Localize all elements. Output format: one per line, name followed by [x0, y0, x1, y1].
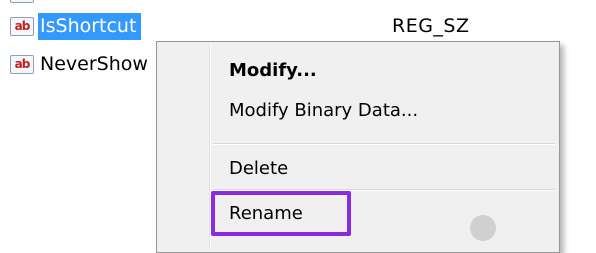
menu-item-modify-binary[interactable]: Modify Binary Data...: [229, 99, 418, 123]
list-item[interactable]: ab IsShortcut: [10, 12, 142, 40]
watermark-logo-icon: [470, 215, 496, 241]
string-value-icon: ab: [10, 0, 34, 3]
value-name[interactable]: NeverShow: [38, 51, 153, 78]
rename-highlight-box: [211, 191, 351, 236]
string-value-icon: ab: [10, 16, 34, 36]
list-item[interactable]: ab NeverShow: [10, 50, 156, 78]
value-name[interactable]: IsShortcut: [38, 12, 142, 40]
value-type: REG_SZ: [392, 15, 470, 37]
watermark: [470, 215, 496, 241]
menu-item-modify[interactable]: Modify...: [229, 59, 317, 83]
menu-item-delete[interactable]: Delete: [229, 157, 288, 181]
string-value-icon: ab: [10, 54, 34, 74]
partial-row-above: ab: [10, 0, 190, 4]
menu-separator: [213, 143, 555, 145]
